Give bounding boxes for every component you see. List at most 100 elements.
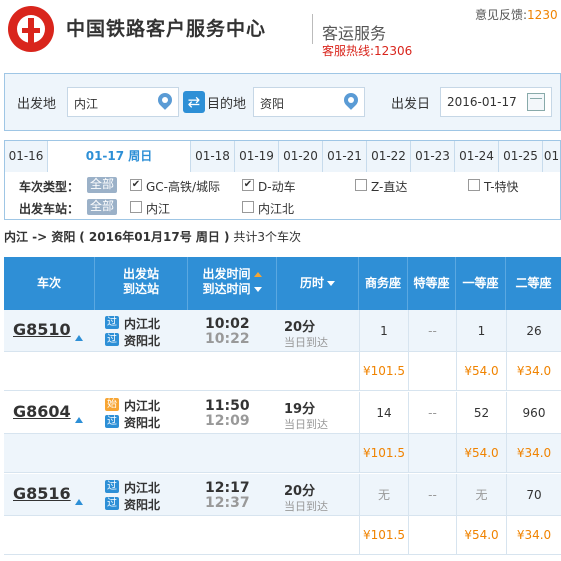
seat-second[interactable]: 26 [506,310,561,352]
start-badge: 始 [105,398,119,411]
from-station: 内江北 [124,481,161,495]
to-station: 资阳北 [124,416,161,430]
date-input[interactable]: 2016-01-17 [440,87,552,117]
arrival-time: 10:22 [205,331,250,347]
calendar-icon[interactable] [527,93,545,111]
seat-first[interactable]: 52 [456,392,506,434]
duration: 20分 [284,320,316,335]
search-panel: 出发地 内江 ⇄ 目的地 资阳 出发日 2016-01-17 [4,73,561,131]
date-tab-0124[interactable]: 01-24 [455,141,499,172]
from-station-value: 内江 [74,97,99,111]
train-number-link[interactable]: G8516 [13,484,71,503]
price-first: ¥54.0 [456,516,506,555]
duration: 20分 [284,484,316,499]
pass-badge: 过 [105,316,119,329]
sort-desc-icon[interactable] [327,281,335,286]
location-pin-icon[interactable] [344,93,358,111]
to-station-input[interactable]: 资阳 [253,87,365,117]
seat-second[interactable]: 70 [506,474,561,516]
train-number-link[interactable]: G8604 [13,402,71,421]
train-type-label: 车次类型： [19,180,80,194]
col-duration[interactable]: 历时 [277,257,359,310]
summary-count: 共计3个车次 [233,230,302,244]
to-station: 资阳北 [124,334,161,348]
col-times[interactable]: 出发时间 到达时间 [188,257,277,310]
expand-stops-icon[interactable] [75,335,83,341]
to-station: 资阳北 [124,498,161,512]
price-business: ¥101.5 [359,352,408,391]
service-hotline: 客服热线:12306 [322,44,413,58]
col-train: 车次 [4,257,95,310]
type-z-label[interactable]: Z-直达 [371,178,407,195]
price-second: ¥34.0 [506,352,561,391]
departure-time: 12:17 [205,480,250,496]
seat-second[interactable]: 960 [506,392,561,434]
price-first: ¥54.0 [456,434,506,473]
station-neijiang-label[interactable]: 内江 [146,200,170,217]
to-station-value: 资阳 [260,97,285,111]
to-label: 目的地 [207,97,247,112]
railway-logo-icon[interactable] [8,6,54,52]
type-d-checkbox[interactable]: ✔ [242,179,254,191]
type-t-label[interactable]: T-特快 [484,178,519,195]
date-label: 出发日 [391,97,431,112]
date-tab-0122[interactable]: 01-22 [367,141,411,172]
station-neijiangbei-checkbox[interactable] [242,201,254,213]
type-t-checkbox[interactable] [468,179,480,191]
date-tab-0121[interactable]: 01-21 [323,141,367,172]
summary-route: 内江 -> 资阳 [4,230,76,244]
date-tabs: 01-16 01-17 周日 01-18 01-19 01-20 01-21 0… [4,140,561,174]
feedback-label: 意见反馈: [475,8,528,22]
departure-time: 11:50 [205,398,250,414]
col-arr-time: 到达时间 [202,282,251,296]
from-station: 内江北 [124,399,161,413]
date-tab-0120[interactable]: 01-20 [279,141,323,172]
type-d-label[interactable]: D-动车 [258,178,296,195]
sort-asc-icon[interactable] [253,272,262,277]
filter-panel: 车次类型： 全部 ✔ GC-高铁/城际 ✔ D-动车 Z-直达 T-特快 出发车… [4,172,561,220]
date-tab-0123[interactable]: 01-23 [411,141,455,172]
from-station-input[interactable]: 内江 [67,87,179,117]
station-all-button[interactable]: 全部 [87,199,118,215]
type-gc-label[interactable]: GC-高铁/城际 [146,178,220,195]
seat-business[interactable]: 14 [359,392,408,434]
type-z-checkbox[interactable] [355,179,367,191]
train-type-all-button[interactable]: 全部 [87,177,118,193]
seat-premium: -- [408,392,456,434]
swap-stations-icon[interactable]: ⇄ [183,91,205,113]
brand-divider [312,14,313,44]
date-tab-0119[interactable]: 01-19 [235,141,279,172]
col-station-from: 出发站 [122,267,159,281]
date-tab-0125[interactable]: 01-25 [499,141,543,172]
expand-stops-icon[interactable] [75,417,83,423]
station-label: 出发车站： [19,202,80,216]
col-second-class: 二等座 [515,276,552,290]
seat-business[interactable]: 1 [359,310,408,352]
date-tab-0117-active[interactable]: 01-17 周日 [48,141,191,174]
seat-premium: -- [408,310,456,352]
result-summary: 内江 -> 资阳 ( 2016年01月17号 周日 ) 共计3个车次 [4,228,301,245]
col-dep-time: 出发时间 [202,267,251,281]
sort-desc-icon[interactable] [253,287,262,292]
col-premium: 特等座 [408,257,456,310]
site-header: 中国铁路客户服务中心 客运服务 客服热线:12306 意见反馈:1230 [0,0,561,62]
date-tab-next[interactable]: 01 [543,141,560,172]
arrival-time: 12:37 [205,495,250,511]
location-pin-icon[interactable] [158,93,172,111]
type-gc-checkbox[interactable]: ✔ [130,179,142,191]
seat-first: 无 [456,474,506,516]
feedback-link[interactable]: 意见反馈:1230 [475,6,558,23]
expand-stops-icon[interactable] [75,499,83,505]
station-neijiangbei-label[interactable]: 内江北 [258,200,294,217]
seat-premium: -- [408,474,456,516]
date-tab-0116[interactable]: 01-16 [5,141,48,172]
brand-subtitle: 客运服务 [322,24,387,43]
seat-business: 无 [359,474,408,516]
col-duration-label: 历时 [299,276,324,290]
train-number-link[interactable]: G8510 [13,320,71,339]
seat-first[interactable]: 1 [456,310,506,352]
date-tab-0118[interactable]: 01-18 [191,141,235,172]
price-business: ¥101.5 [359,516,408,555]
station-neijiang-checkbox[interactable] [130,201,142,213]
price-business: ¥101.5 [359,434,408,473]
